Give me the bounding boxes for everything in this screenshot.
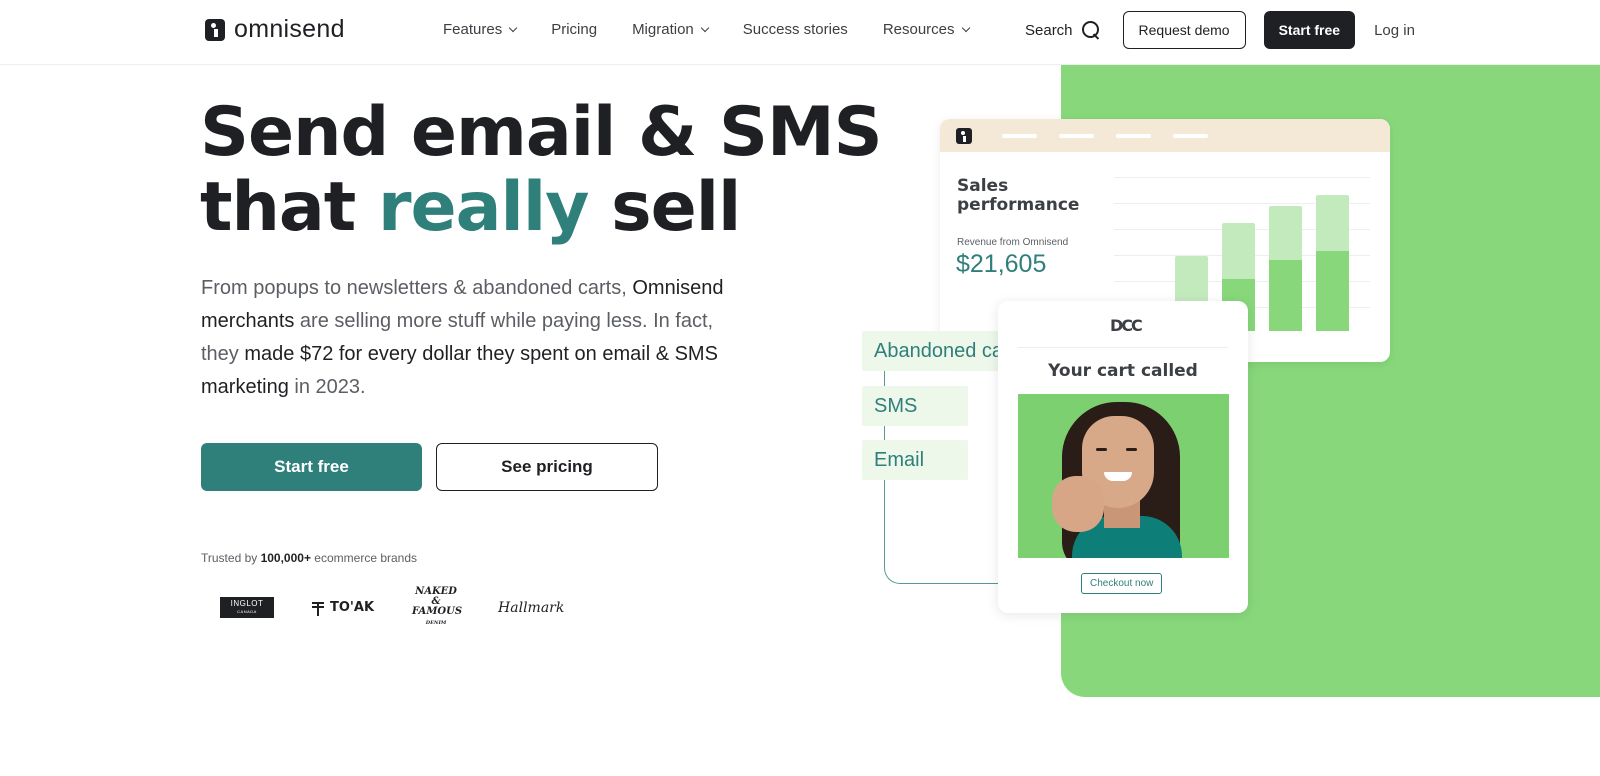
naked-logo-subtext: DENIM [425,620,447,626]
placeholder-line [1116,134,1151,138]
subtext-part-4: made $72 for every dollar they spent on … [201,343,718,398]
subtext-part-5: in 2023. [288,376,366,398]
nav-features-label: Features [443,21,503,38]
nav-links: Features Pricing Migration Success stori… [443,21,970,38]
sales-bar [1316,195,1349,331]
trusted-count: 100,000+ [260,551,311,565]
nav-migration-label: Migration [632,21,694,38]
brand-logos: INGLOT CANADA TO'AK NAKED & FAMOUS DENIM H… [220,587,564,628]
hero-headline: Send email & SMS that really sell [200,93,883,247]
omnisend-logo-icon [205,18,225,41]
toak-logo-text: TO'AK [330,600,375,615]
naked-logo-text: NAKED & FAMOUS [412,586,463,617]
placeholder-line [1173,134,1208,138]
hero-subtext: From popups to newsletters & abandoned c… [201,272,731,404]
hallmark-logo: Hallmark [498,599,565,616]
nav-features[interactable]: Features [443,21,518,38]
request-demo-button[interactable]: Request demo [1122,11,1246,49]
email-title: Your cart called [1048,361,1198,381]
nav-actions: Search Request demo Start free Log in [1025,11,1415,49]
nav-pricing-label: Pricing [551,21,598,38]
model-photo [1018,394,1229,558]
photo-eye [1096,448,1107,451]
omnisend-logo[interactable]: omnisend [205,15,345,44]
nav-success-stories[interactable]: Success stories [743,21,848,38]
revenue-value: $21,605 [956,250,1047,278]
nav-resources-label: Resources [882,21,955,38]
card-header-bar [940,119,1390,152]
login-link[interactable]: Log in [1374,22,1415,39]
email-divider [1018,347,1228,348]
sales-title: Sales performance [957,177,1079,215]
chevron-down-icon [700,23,710,32]
sales-bar-fill [1269,260,1302,331]
sales-title-line-2: performance [957,195,1080,215]
email-brand-logo: DCC [1110,316,1143,335]
start-free-nav-button[interactable]: Start free [1263,11,1356,49]
headline-line-2-post: sell [588,168,741,247]
trusted-post: ecommerce brands [310,551,418,565]
placeholder-line [1002,134,1037,138]
flow-pill-sms: SMS [862,386,968,426]
grid-line [1114,177,1370,178]
nav-success-stories-label: Success stories [742,21,848,38]
headline-accent: really [377,168,589,247]
see-pricing-button[interactable]: See pricing [436,443,658,491]
toak-mark-icon [312,600,324,616]
logo-text: omnisend [234,15,345,43]
flow-pill-email: Email [862,440,968,480]
search-label: Search [1025,21,1073,39]
trusted-by-text: Trusted by 100,000+ ecommerce brands [201,551,417,565]
search-button[interactable]: Search [1025,20,1101,40]
nav-pricing[interactable]: Pricing [551,21,597,38]
search-icon [1081,20,1101,40]
revenue-label: Revenue from Omnisend [957,237,1069,248]
inglot-logo: INGLOT CANADA [220,597,274,618]
nav-resources[interactable]: Resources [882,21,970,38]
sales-title-line-1: Sales [957,176,1009,196]
subtext-part-1: From popups to newsletters & abandoned c… [201,277,627,299]
headline-line-2-pre: that [200,168,378,247]
inglot-logo-text: INGLOT [230,598,264,608]
omnisend-logo-icon [956,128,972,144]
top-navigation: omnisend Features Pricing Migration Succ… [0,0,1600,65]
placeholder-line [1059,134,1094,138]
start-free-button[interactable]: Start free [201,443,422,491]
photo-hands [1052,476,1104,532]
email-preview-card: DCC Your cart called Checkout now [998,301,1248,613]
sales-bar-fill [1316,251,1349,331]
nav-migration[interactable]: Migration [632,21,710,38]
naked-famous-logo: NAKED & FAMOUS DENIM [412,586,463,628]
chevron-down-icon [508,23,518,32]
sales-bar [1269,206,1302,331]
chevron-down-icon [961,23,970,32]
trusted-pre: Trusted by [201,551,261,565]
inglot-logo-subtext: CANADA [237,608,257,614]
photo-eye [1126,448,1137,451]
headline-line-1: Send email & SMS [200,93,883,172]
toak-logo: TO'AK [312,600,374,616]
checkout-now-button[interactable]: Checkout now [1081,573,1163,594]
